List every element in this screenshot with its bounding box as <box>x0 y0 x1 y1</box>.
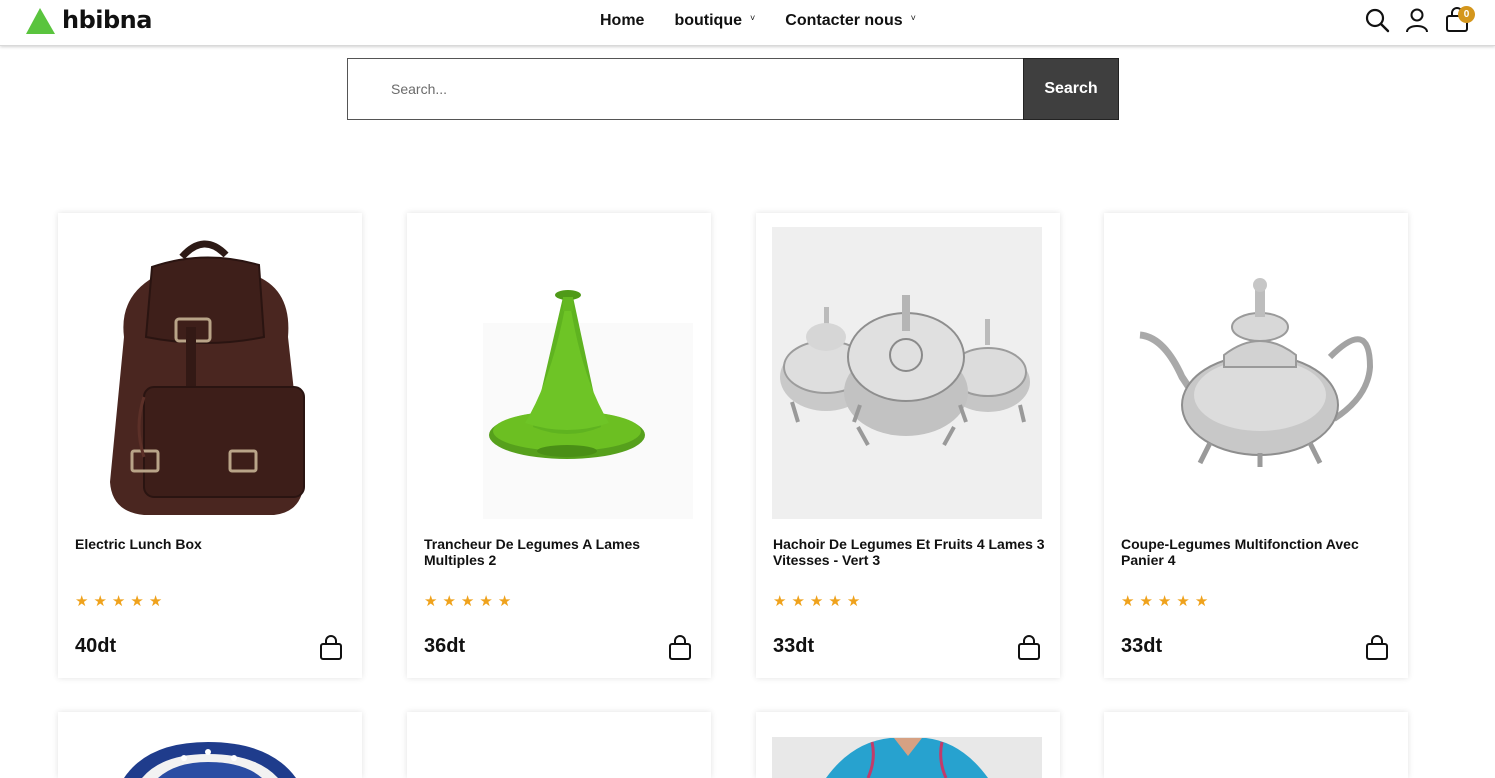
search-bar: Search <box>347 58 1119 120</box>
product-title[interactable]: Electric Lunch Box <box>75 536 347 552</box>
leather-backpack-image <box>74 227 344 519</box>
cart-count-badge: 0 <box>1458 6 1475 23</box>
product-title[interactable]: Hachoir De Legumes Et Fruits 4 Lames 3 V… <box>773 536 1045 568</box>
product-image[interactable] <box>772 227 1042 519</box>
search-input[interactable] <box>347 58 1023 120</box>
star-icon: ★ <box>442 593 456 610</box>
nav-item-label: Home <box>600 12 645 29</box>
product-card[interactable]: Electric Lunch Box ★ ★ ★ ★ ★ 40dt <box>58 213 362 678</box>
header-actions: 0 <box>1364 6 1475 33</box>
product-card[interactable] <box>756 712 1060 778</box>
nav-item-home[interactable]: Home <box>600 12 644 30</box>
brand-logo[interactable]: hbibna <box>26 6 152 36</box>
product-image[interactable] <box>1120 227 1390 519</box>
product-title[interactable]: Trancheur De Legumes A Lames Multiples 2 <box>424 536 696 568</box>
product-card[interactable] <box>58 712 362 778</box>
product-rating: ★ ★ ★ ★ ★ <box>1121 594 1213 610</box>
star-icon: ★ <box>111 593 126 610</box>
star-icon: ★ <box>846 593 861 610</box>
blue-ceramic-plate-image <box>124 742 296 778</box>
star-icon: ★ <box>1157 593 1172 610</box>
star-icon: ★ <box>1194 593 1209 610</box>
star-icon: ★ <box>93 593 107 610</box>
product-card[interactable]: Trancheur De Legumes A Lames Multiples 2… <box>407 213 711 678</box>
star-icon: ★ <box>773 593 787 610</box>
star-icon: ★ <box>148 593 163 610</box>
product-title[interactable]: Coupe-Legumes Multifonction Avec Panier … <box>1121 536 1393 568</box>
site-header: hbibna Home boutique ˅ Contacter nous ˅ <box>0 0 1495 46</box>
add-to-cart-bag-icon[interactable] <box>667 635 693 661</box>
product-card[interactable]: Coupe-Legumes Multifonction Avec Panier … <box>1104 213 1408 678</box>
nav-item-contacter-nous[interactable]: Contacter nous ˅ <box>785 12 916 30</box>
product-price: 36dt <box>424 635 466 657</box>
product-image[interactable] <box>74 227 344 519</box>
search-button[interactable]: Search <box>1023 58 1119 120</box>
star-icon: ★ <box>75 593 89 610</box>
chevron-down-icon: ˅ <box>750 13 756 23</box>
product-rating: ★ ★ ★ ★ ★ <box>75 594 167 610</box>
cart-button[interactable]: 0 <box>1444 6 1475 33</box>
logo-triangle-icon <box>26 8 55 34</box>
star-icon: ★ <box>1176 593 1190 610</box>
star-icon: ★ <box>791 593 805 610</box>
silver-bowls-image <box>772 227 1042 519</box>
add-to-cart-bag-icon[interactable] <box>1364 635 1390 661</box>
product-rating: ★ ★ ★ ★ ★ <box>773 594 865 610</box>
green-tagine-image <box>423 227 693 519</box>
star-icon: ★ <box>479 593 493 610</box>
product-card[interactable]: Hachoir De Legumes Et Fruits 4 Lames 3 V… <box>756 213 1060 678</box>
nav-item-label: Contacter nous <box>785 12 903 29</box>
user-icon[interactable] <box>1404 7 1430 33</box>
chevron-down-icon: ˅ <box>910 13 916 23</box>
search-icon[interactable] <box>1364 7 1390 33</box>
nav-item-label: boutique <box>674 12 742 29</box>
star-icon: ★ <box>497 593 512 610</box>
brand-name: hbibna <box>62 6 152 34</box>
add-to-cart-bag-icon[interactable] <box>1016 635 1042 661</box>
star-icon: ★ <box>130 593 144 610</box>
blue-kaftan-image <box>772 737 1042 778</box>
star-icon: ★ <box>424 593 438 610</box>
star-icon: ★ <box>809 593 824 610</box>
star-icon: ★ <box>1121 593 1135 610</box>
product-image[interactable] <box>423 227 693 519</box>
star-icon: ★ <box>460 593 475 610</box>
product-card[interactable] <box>407 712 711 778</box>
product-card[interactable] <box>1104 712 1408 778</box>
add-to-cart-bag-icon[interactable] <box>318 635 344 661</box>
main-nav: Home boutique ˅ Contacter nous ˅ <box>600 12 916 30</box>
product-price: 40dt <box>75 635 117 657</box>
product-price: 33dt <box>1121 635 1163 657</box>
star-icon: ★ <box>828 593 842 610</box>
product-price: 33dt <box>773 635 815 657</box>
product-rating: ★ ★ ★ ★ ★ <box>424 594 516 610</box>
silver-teapot-image <box>1120 227 1390 519</box>
star-icon: ★ <box>1139 593 1153 610</box>
nav-item-boutique[interactable]: boutique ˅ <box>674 12 755 30</box>
